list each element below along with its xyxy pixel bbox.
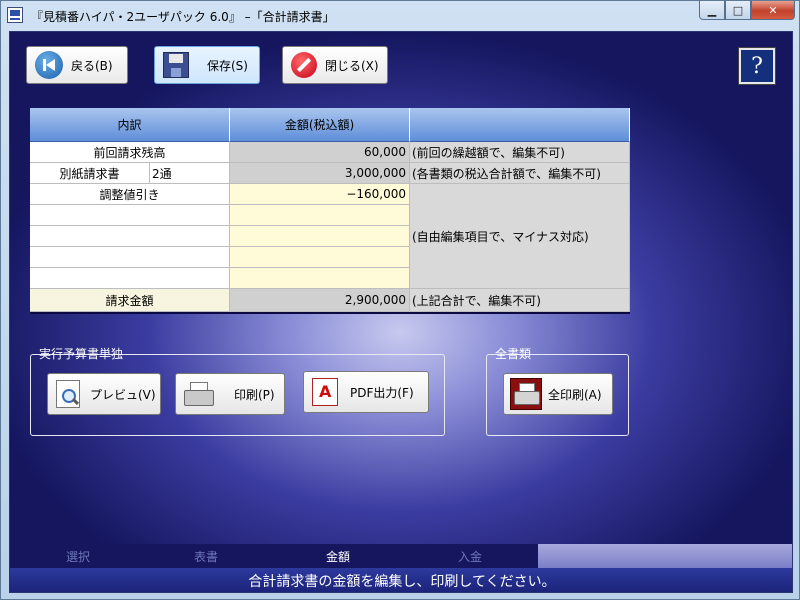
pdf-export-label: PDF出力(F) [350, 385, 414, 400]
close-icon: ✕ [768, 3, 778, 17]
back-button[interactable]: 戻る(B) [26, 46, 128, 84]
free-row-amount[interactable] [230, 226, 410, 247]
tab-cover-label: 表書 [193, 549, 218, 564]
all-documents-group-title: 全書類 [495, 347, 532, 361]
print-all-label: 全印刷(A) [548, 387, 602, 402]
close-label: 閉じる(X) [325, 58, 379, 73]
help-button[interactable]: ? [738, 47, 776, 85]
save-disk-icon [163, 52, 189, 78]
free-row-amount[interactable] [230, 205, 410, 226]
free-edit-note: (自由編集項目で、マイナス対応) [410, 184, 630, 289]
pdf-icon [312, 378, 338, 406]
back-label: 戻る(B) [71, 58, 113, 73]
total-amount: 2,900,000 [230, 289, 410, 312]
free-row-label[interactable] [30, 247, 230, 268]
separate-invoice-count: 2通 [150, 163, 230, 184]
free-row-amount[interactable] [230, 247, 410, 268]
pdf-export-button[interactable]: PDF出力(F) [303, 371, 429, 413]
tab-strip-filler [538, 544, 792, 568]
tab-amount[interactable]: 金額 [266, 544, 410, 568]
help-icon: ? [751, 53, 763, 79]
back-icon [35, 51, 63, 79]
app-icon[interactable] [7, 7, 23, 23]
save-label: 保存(S) [207, 58, 248, 73]
print-label: 印刷(P) [234, 387, 275, 402]
separate-invoice-amount: 3,000,000 [230, 163, 410, 184]
adjustment-amount[interactable]: −160,000 [230, 184, 410, 205]
total-label: 請求金額 [30, 289, 230, 312]
exec-budget-group-title: 実行予算書単独 [39, 347, 124, 361]
maximize-button[interactable]: □ [725, 1, 751, 20]
status-bar: 合計請求書の金額を編集し、印刷してください。 [10, 568, 792, 592]
window-close-button[interactable]: ✕ [751, 1, 795, 20]
print-all-icon [510, 378, 542, 410]
tab-amount-label: 金額 [325, 549, 350, 564]
window-title: 『見積番ハイパ・2ユーザパック 6.0』 –「合計請求書」 [31, 10, 335, 24]
tab-cover[interactable]: 表書 [138, 544, 274, 568]
header-breakdown: 内訳 [30, 108, 230, 142]
step-tabs: 選択 表書 金額 入金 [10, 544, 792, 568]
free-row-label[interactable] [30, 268, 230, 289]
free-row-label[interactable] [30, 226, 230, 247]
prev-balance-label: 前回請求残高 [30, 142, 230, 163]
preview-label: プレビュ(V) [90, 387, 156, 402]
header-amount: 金額(税込額) [230, 108, 410, 142]
preview-icon [56, 380, 80, 408]
invoice-total-table: 内訳 金額(税込額) 前回請求残高 60,000 (前回の繰越額で、編集不可) … [30, 108, 630, 314]
free-row-label[interactable] [30, 205, 230, 226]
close-screen-button[interactable]: 閉じる(X) [282, 46, 388, 84]
printer-icon [184, 382, 214, 406]
window-controls: ▁ □ ✕ [699, 1, 795, 21]
all-documents-group: 全書類 全印刷(A) [486, 347, 629, 436]
title-bar[interactable]: 『見積番ハイパ・2ユーザパック 6.0』 –「合計請求書」 ▁ □ ✕ [1, 1, 800, 31]
tab-select-label: 選択 [65, 549, 90, 564]
separate-invoice-label: 別紙請求書 [30, 163, 150, 184]
maximize-icon: □ [732, 3, 744, 17]
client-area: 戻る(B) 保存(S) 閉じる(X) ? 内訳 金額(税込額) 前回請求残高 6… [9, 31, 793, 593]
prev-balance-amount: 60,000 [230, 142, 410, 163]
total-note: (上記合計で、編集不可) [410, 289, 630, 312]
print-button[interactable]: 印刷(P) [175, 373, 285, 415]
separate-invoice-note: (各書類の税込合計額で、編集不可) [410, 163, 630, 184]
app-window: 『見積番ハイパ・2ユーザパック 6.0』 –「合計請求書」 ▁ □ ✕ 戻る(B… [0, 0, 800, 600]
close-circle-icon [291, 52, 317, 78]
print-all-button[interactable]: 全印刷(A) [503, 373, 613, 415]
adjustment-label[interactable]: 調整値引き [30, 184, 230, 205]
minimize-button[interactable]: ▁ [699, 1, 725, 20]
minimize-icon: ▁ [707, 3, 717, 17]
save-button[interactable]: 保存(S) [154, 46, 260, 84]
header-note [410, 108, 630, 142]
prev-balance-note: (前回の繰越額で、編集不可) [410, 142, 630, 163]
tab-payment[interactable]: 入金 [402, 544, 538, 568]
free-row-amount[interactable] [230, 268, 410, 289]
tab-payment-label: 入金 [457, 549, 482, 564]
tab-select[interactable]: 選択 [10, 544, 146, 568]
preview-button[interactable]: プレビュ(V) [47, 373, 161, 415]
exec-budget-group: 実行予算書単独 プレビュ(V) 印刷(P) PDF出力(F) [30, 347, 445, 436]
